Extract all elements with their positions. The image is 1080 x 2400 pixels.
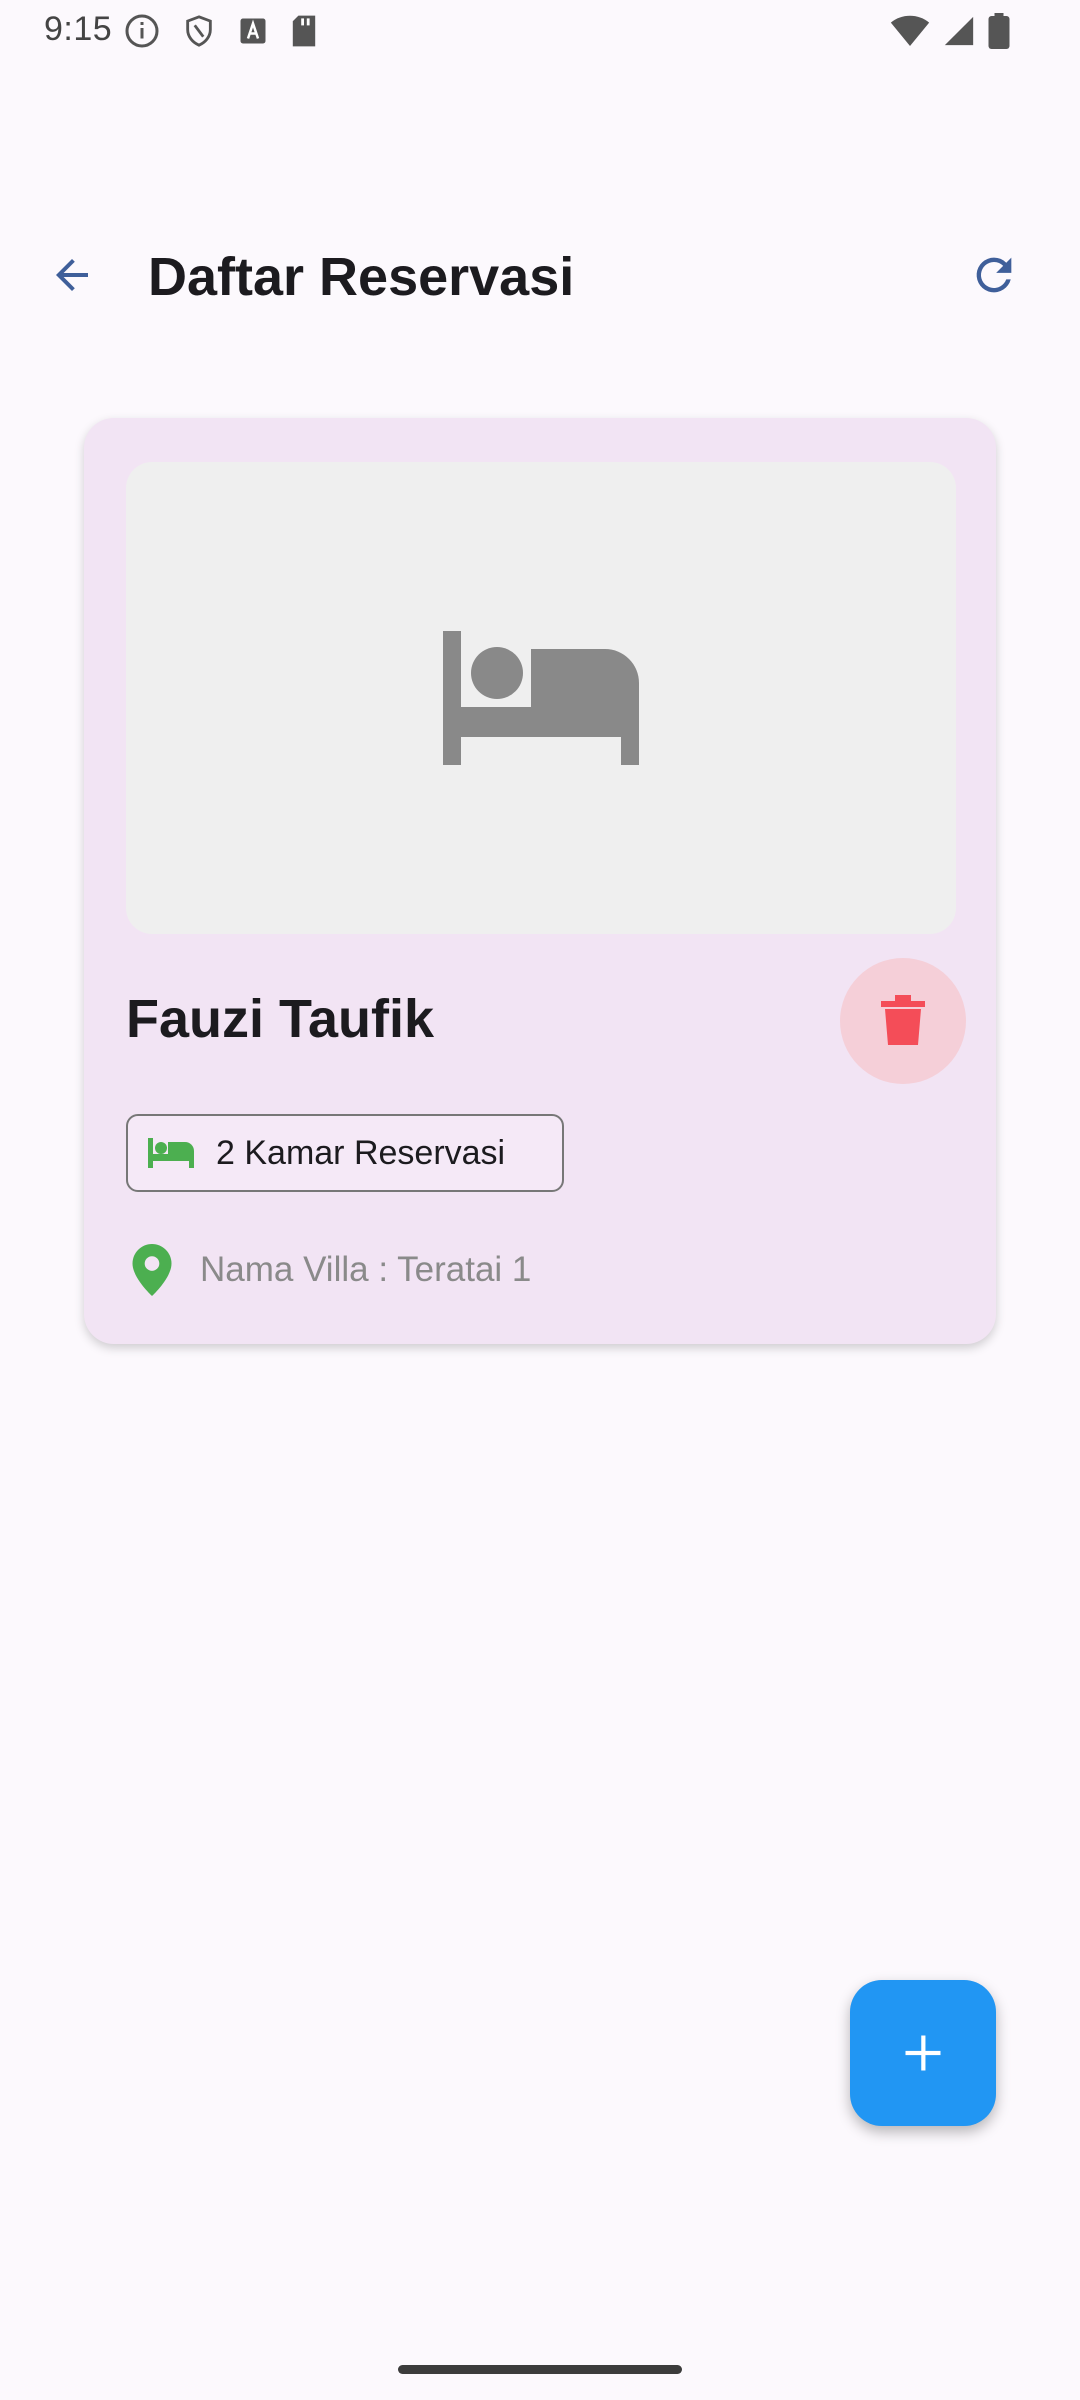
back-button[interactable] <box>34 237 110 313</box>
battery-icon <box>988 13 1010 49</box>
rooms-label: 2 Kamar Reservasi <box>216 1133 506 1172</box>
signal-icon <box>944 16 974 46</box>
arrow-back-icon <box>56 259 88 291</box>
wifi-icon <box>890 15 930 46</box>
villa-location: Nama Villa : Teratai 1 <box>132 1244 531 1296</box>
app-bar: Daftar Reservasi <box>0 220 1080 330</box>
status-bar: 9:15 <box>0 0 1080 64</box>
reservation-card[interactable]: Fauzi Taufik 2 Kamar Reservasi Nama Vill… <box>84 418 996 1344</box>
home-indicator[interactable] <box>398 2365 682 2374</box>
status-icons-right <box>890 13 1010 49</box>
shield-icon <box>186 15 212 47</box>
location-pin-icon <box>132 1244 172 1296</box>
villa-image-placeholder <box>126 462 956 934</box>
delete-button[interactable] <box>840 958 966 1084</box>
sd-card-icon <box>292 15 316 47</box>
text-a-icon <box>240 18 266 44</box>
guest-name: Fauzi Taufik <box>126 989 435 1049</box>
info-icon <box>125 14 159 48</box>
refresh-icon <box>976 257 1012 293</box>
page-title: Daftar Reservasi <box>148 247 575 307</box>
status-time: 9:15 <box>44 10 113 48</box>
bed-icon <box>443 631 639 765</box>
rooms-chip[interactable]: 2 Kamar Reservasi <box>126 1114 564 1192</box>
refresh-button[interactable] <box>956 237 1032 313</box>
trash-icon <box>881 995 925 1045</box>
add-reservation-button[interactable] <box>850 1980 996 2126</box>
villa-name-label: Nama Villa : Teratai 1 <box>200 1250 532 1289</box>
bed-icon <box>148 1138 194 1168</box>
status-icons-left <box>124 13 318 49</box>
plus-icon <box>905 2035 941 2071</box>
